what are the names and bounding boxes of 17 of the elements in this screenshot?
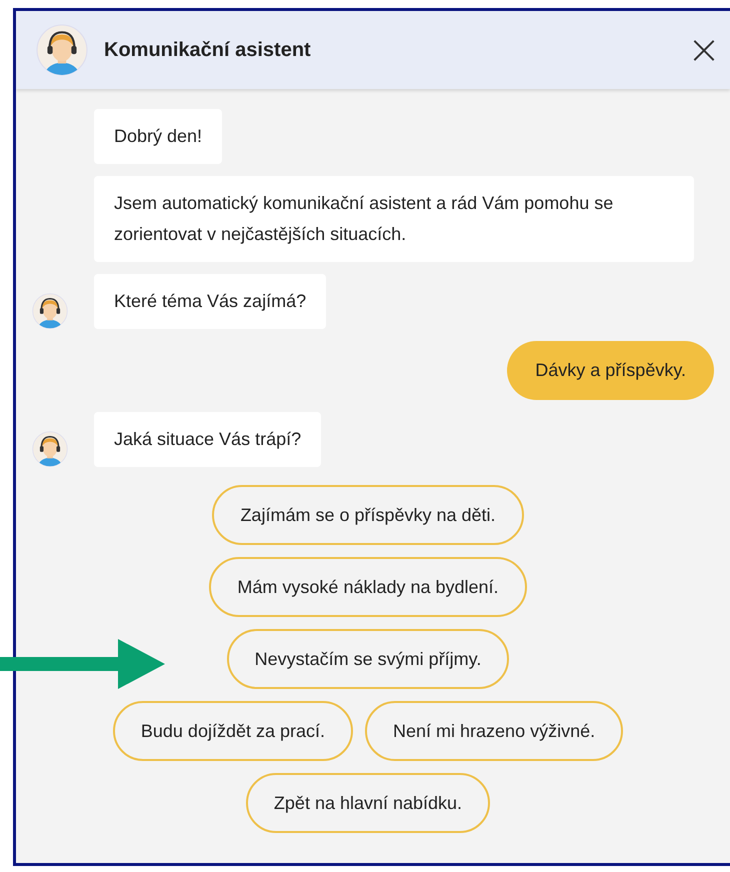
option-button[interactable]: Nevystačím se svými příjmy.: [226, 629, 510, 689]
bot-message: Jsem automatický komunikační asistent a rád Vám pomohu se zorientovat v nejčastějších situacích.: [94, 176, 694, 262]
avatar-icon: [32, 293, 68, 329]
bot-message: Které téma Vás zajímá?: [94, 274, 326, 329]
option-button[interactable]: Zajímám se o příspěvky na děti.: [212, 485, 524, 545]
arrow-icon: [0, 639, 165, 689]
bot-message: Dobrý den!: [94, 109, 222, 164]
option-button[interactable]: Není mi hrazeno výživné.: [365, 701, 624, 761]
bot-message: Jaká situace Vás trápí?: [94, 412, 322, 467]
user-message: Dávky a příspěvky.: [507, 341, 714, 400]
avatar-icon: [32, 431, 68, 467]
option-button[interactable]: Zpět na hlavní nabídku.: [246, 773, 490, 833]
avatar-icon: [36, 24, 88, 76]
option-button[interactable]: Mám vysoké náklady na bydlení.: [209, 557, 527, 617]
window-title: Komunikační asistent: [104, 38, 312, 62]
close-button[interactable]: ×: [686, 30, 722, 70]
option-button[interactable]: Budu dojíždět za prací.: [112, 701, 354, 761]
